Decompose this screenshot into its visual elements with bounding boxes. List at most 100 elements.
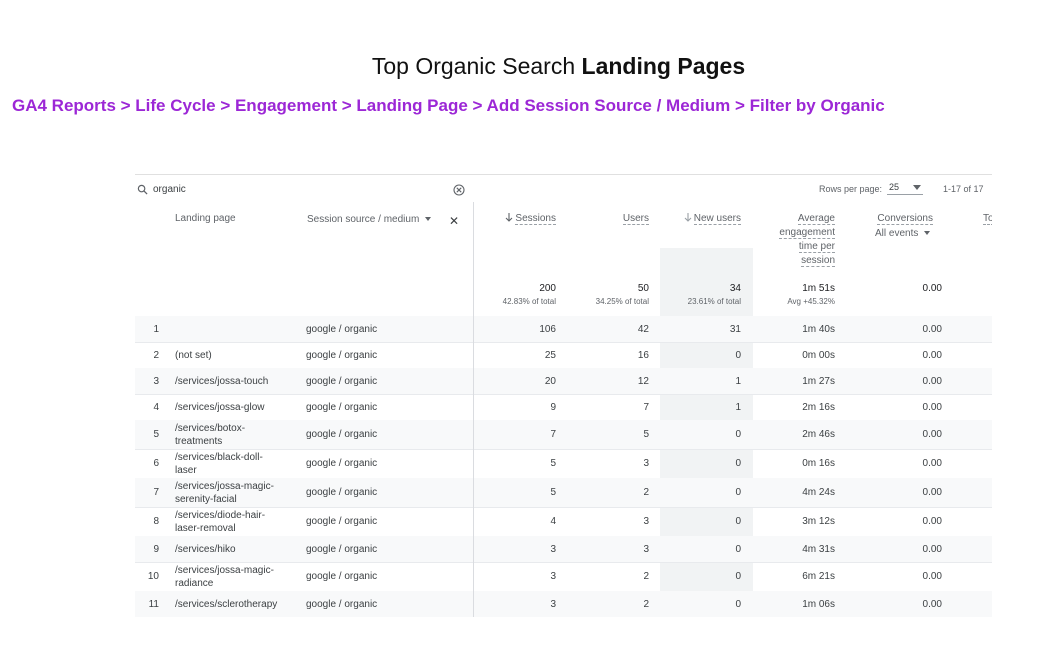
row-index-text: 11 [148, 599, 159, 610]
users-cell-text: 3 [643, 516, 649, 527]
users-cell-text: 2 [643, 599, 649, 610]
sessions-cell-text: 7 [550, 429, 556, 440]
avg-engagement-cell-text: 1m 27s [802, 376, 835, 387]
total-new-users: 34 23.61% of total [661, 283, 741, 306]
sessions-cell: 20 [475, 375, 556, 388]
landing-page-cell[interactable]: /services/jossa-glow [175, 401, 295, 414]
col-source-medium[interactable]: Session source / medium [307, 213, 432, 227]
new-users-cell: 0 [661, 457, 741, 470]
col-conversions[interactable]: Conversions [855, 212, 933, 226]
col-total-partial[interactable]: To [983, 212, 992, 226]
source-medium-cell: google / organic [306, 515, 377, 528]
pagination-range: 1-17 of 17 [943, 184, 984, 194]
users-cell: 2 [565, 598, 649, 611]
table-row[interactable]: 8/services/diode-hair-laser-removal googl… [135, 507, 992, 537]
avg-engagement-cell: 0m 16s [755, 457, 835, 470]
source-medium-cell-text: google / organic [306, 458, 378, 469]
table-row[interactable]: 10/services/jossa-magic-radiance google /… [135, 562, 992, 592]
new-users-cell: 1 [661, 401, 741, 414]
sessions-cell: 3 [475, 570, 556, 583]
column-divider [473, 202, 474, 617]
users-cell: 7 [565, 401, 649, 414]
col-new-users[interactable]: New users [655, 212, 741, 226]
search-icon [137, 184, 148, 195]
search-input[interactable] [153, 182, 433, 196]
report-table: Rows per page: 25 1-17 of 17 Landing pag… [135, 174, 992, 617]
conversions-cell-text: 0.00 [922, 324, 942, 335]
source-medium-cell-text: google / organic [306, 350, 378, 361]
col-users[interactable]: Users [575, 212, 649, 226]
chevron-down-icon [425, 217, 432, 221]
col-avg-engagement-line-3: time per [798, 241, 835, 253]
users-cell: 3 [565, 543, 649, 556]
conversions-cell-text: 0.00 [922, 458, 942, 469]
sessions-cell-text: 3 [550, 544, 556, 555]
landing-page-cell[interactable]: /services/jossa-magic-serenity-facial [175, 480, 295, 506]
clear-search-icon[interactable] [453, 184, 465, 196]
avg-engagement-cell-text: 0m 16s [802, 458, 835, 469]
col-landing-page[interactable]: Landing page [175, 212, 236, 226]
row-index: 5 [135, 428, 159, 441]
source-medium-cell-text: google / organic [306, 571, 378, 582]
landing-page-cell-text-2: laser-removal [175, 523, 236, 534]
landing-page-cell[interactable]: /services/jossa-magic-radiance [175, 564, 295, 590]
conversions-cell: 0.00 [855, 570, 942, 583]
table-row[interactable]: 1 google / organic 106 42 31 1m 40s 0.00 [135, 316, 992, 343]
landing-page-cell-text-2: laser [175, 465, 197, 476]
landing-page-cell[interactable]: /services/botox-treatments [175, 422, 295, 448]
col-avg-engagement-line-1: Average [797, 213, 835, 225]
table-header: Landing page Session source / medium ✕ S… [135, 202, 992, 317]
row-index: 10 [135, 570, 159, 583]
row-index-text: 2 [153, 350, 159, 361]
row-index: 8 [135, 515, 159, 528]
new-users-cell: 0 [661, 486, 741, 499]
landing-page-cell[interactable]: (not set) [175, 349, 295, 362]
col-avg-engagement[interactable]: Average engagement time per session [755, 212, 835, 268]
landing-page-cell[interactable]: /services/sclerotherapy [175, 598, 295, 611]
new-users-cell-text: 1 [735, 402, 741, 413]
rows-per-page-select[interactable]: 25 [887, 180, 923, 195]
sessions-cell-text: 3 [550, 571, 556, 582]
users-cell-text: 16 [637, 350, 649, 361]
source-medium-cell-text: google / organic [306, 544, 378, 555]
total-avg-engagement-sub: Avg +45.32% [787, 297, 835, 306]
source-medium-cell: google / organic [306, 598, 377, 611]
users-cell: 16 [565, 349, 649, 362]
table-row[interactable]: 2 (not set) google / organic 25 16 0 0m 00s 0.0… [135, 342, 992, 369]
table-row[interactable]: 9/services/hiko google / organic 3 3 0 4m 31s… [135, 536, 992, 563]
table-row[interactable]: 7/services/jossa-magic-serenity-facial go… [135, 478, 992, 508]
landing-page-cell[interactable]: /services/jossa-touch [175, 375, 295, 388]
new-users-cell-text: 1 [735, 376, 741, 387]
col-sessions[interactable]: Sessions [475, 212, 556, 226]
chevron-down-icon [913, 185, 921, 190]
total-sessions-sub: 42.83% of total [502, 297, 556, 306]
table-row[interactable]: 6/services/black-doll-laser google / orga… [135, 449, 992, 479]
conversions-cell-text: 0.00 [922, 350, 942, 361]
total-users-sub: 34.25% of total [595, 297, 649, 306]
avg-engagement-cell: 2m 46s [755, 428, 835, 441]
sessions-cell: 7 [475, 428, 556, 441]
col-avg-engagement-line-2: engagement [779, 227, 835, 239]
new-users-cell-text: 31 [729, 324, 741, 335]
conversions-event-select[interactable]: All events [875, 227, 931, 241]
total-new-users-sub: 23.61% of total [687, 297, 741, 306]
users-cell-text: 42 [637, 324, 649, 335]
table-row[interactable]: 4/services/jossa-glow google / organic 9 7 1… [135, 394, 992, 421]
close-icon[interactable]: ✕ [449, 214, 459, 228]
users-cell-text: 3 [643, 544, 649, 555]
avg-engagement-cell-text: 4m 31s [802, 544, 835, 555]
source-medium-cell: google / organic [306, 457, 377, 470]
avg-engagement-cell-text: 1m 06s [802, 599, 835, 610]
users-cell: 5 [565, 428, 649, 441]
conversions-cell-text: 0.00 [922, 516, 942, 527]
users-cell-text: 7 [643, 402, 649, 413]
table-row[interactable]: 5/services/botox-treatments google / orga… [135, 420, 992, 450]
landing-page-cell[interactable]: /services/black-doll-laser [175, 451, 295, 477]
table-row[interactable]: 3/services/jossa-touch google / organic 20… [135, 368, 992, 395]
new-users-cell-text: 0 [735, 516, 741, 527]
landing-page-cell[interactable]: /services/diode-hair-laser-removal [175, 509, 295, 535]
landing-page-cell[interactable]: /services/hiko [175, 543, 295, 556]
table-row[interactable]: 11/services/sclerotherapy google / organi… [135, 591, 992, 617]
new-users-cell: 31 [661, 323, 741, 336]
new-users-cell-text: 0 [735, 350, 741, 361]
